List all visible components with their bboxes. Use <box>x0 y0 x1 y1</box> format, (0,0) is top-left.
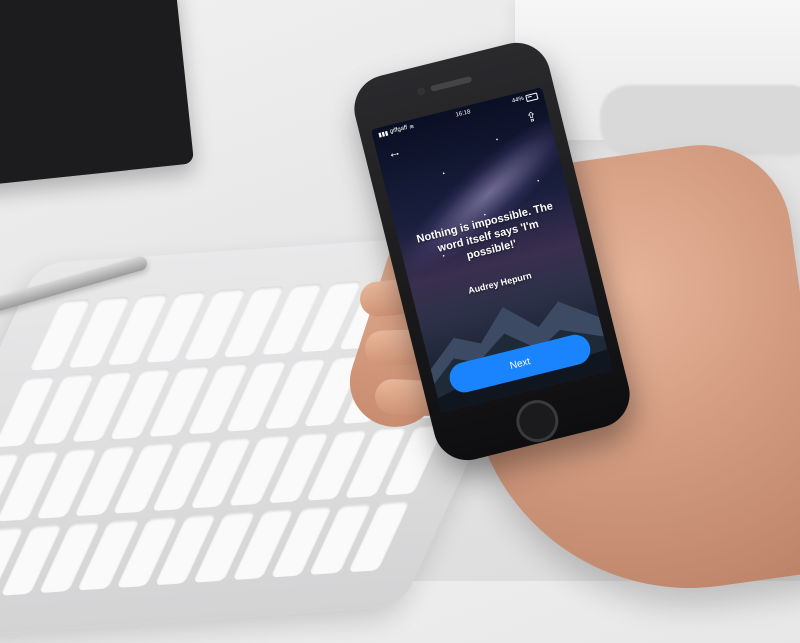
signal-icon: ▮▮▮ <box>377 130 389 139</box>
back-arrow-icon[interactable]: ← <box>383 141 405 163</box>
earpiece-speaker <box>430 75 473 92</box>
tablet <box>0 0 195 186</box>
home-button[interactable] <box>511 395 563 447</box>
status-time: 16:18 <box>455 109 472 119</box>
carrier-label: giffgaff <box>389 124 408 136</box>
battery-icon <box>525 91 539 102</box>
share-icon[interactable]: ⇪ <box>521 106 543 128</box>
status-right: 44% <box>511 91 539 105</box>
wifi-icon: ≋ <box>408 123 415 131</box>
battery-percent: 44% <box>511 95 525 105</box>
front-camera <box>416 86 427 97</box>
desk-photo: ▮▮▮ giffgaff ≋ 16:18 44% ← ⇪ Nothing is … <box>0 0 800 643</box>
